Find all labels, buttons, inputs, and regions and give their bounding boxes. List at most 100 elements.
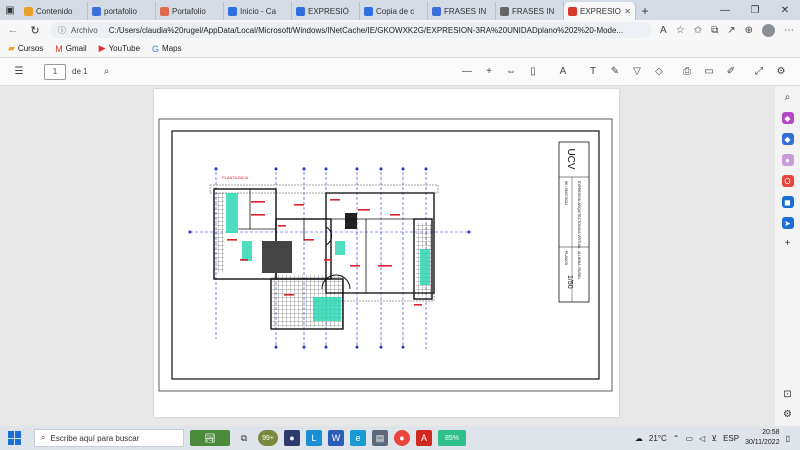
tab-1[interactable]: portafolio (88, 2, 156, 20)
tab-7[interactable]: FRASES IN (496, 2, 564, 20)
language-label[interactable]: ESP (723, 434, 739, 443)
tab-6[interactable]: FRASES IN (428, 2, 496, 20)
settings-icon[interactable]: ⚙ (770, 66, 792, 77)
chrome-icon[interactable]: ● (394, 430, 410, 446)
notifications-icon[interactable]: ▯ (786, 434, 790, 443)
tab-title: EXPRESIO (580, 6, 621, 16)
save-as-icon[interactable]: ✐ (720, 66, 742, 77)
pdf-viewer[interactable]: UCV 06 / 06/07/2022 EXPRESION ARQUITECTO… (0, 86, 775, 426)
minimize-icon[interactable]: — (710, 0, 740, 20)
weather-icon[interactable]: ☁ (635, 434, 643, 443)
bookmark-3[interactable]: G Maps (152, 44, 182, 54)
avatar[interactable] (762, 23, 775, 37)
l-app-icon[interactable]: L (306, 430, 322, 446)
word-icon[interactable]: W (328, 430, 344, 446)
wifi-icon[interactable]: ⊻ (711, 434, 717, 443)
logo-text: UCV (565, 148, 576, 169)
badge-count: 99+ (262, 434, 274, 442)
tab-0[interactable]: Contenido (20, 2, 88, 20)
battery-widget[interactable]: 85% (438, 430, 466, 446)
tab-3[interactable]: Inicio - Ca (224, 2, 292, 20)
page-number-input[interactable]: 1 (44, 63, 66, 80)
tab-actions-icon[interactable]: ▣ (0, 0, 20, 20)
tab-close-icon[interactable]: ✕ (624, 7, 631, 16)
scheme-label: Archivo (71, 25, 98, 35)
close-icon[interactable]: ✕ (770, 0, 800, 20)
bookmarks-bar: ▰ Cursos M Gmail ▶ YouTube G Maps (0, 40, 800, 58)
tab-title: FRASES IN (444, 6, 487, 16)
clock[interactable]: 20:58 30/11/2022 (745, 428, 780, 448)
tab-5[interactable]: Copia de c (360, 2, 428, 20)
games-icon[interactable]: ● (781, 154, 794, 166)
extensions-icon[interactable]: ⊕ (745, 25, 753, 36)
search-icon[interactable]: ⌕ (96, 66, 118, 77)
save-icon[interactable]: ▭ (698, 66, 720, 77)
search-sidebar-icon[interactable]: ⌕ (785, 92, 791, 103)
edge-icon[interactable]: e (350, 430, 366, 446)
battery-level: 85% (444, 434, 459, 442)
task-view-icon[interactable]: ⧉ (236, 430, 252, 446)
explorer-icon[interactable]: ▤ (372, 430, 388, 446)
fullscreen-icon[interactable]: ⤢ (748, 66, 770, 77)
tab-8[interactable]: EXPRESIO ✕ (564, 2, 636, 20)
tab-favicon-icon (228, 6, 237, 16)
url-text[interactable]: C:/Users/claudia%20rugel/AppData/Local/M… (109, 26, 623, 35)
draw-icon[interactable]: ✎ (604, 66, 626, 77)
bookmark-0[interactable]: ▰ Cursos (8, 43, 43, 54)
pdf-page: UCV 06 / 06/07/2022 EXPRESION ARQUITECTO… (154, 89, 619, 417)
share-icon[interactable]: ↗ (727, 25, 735, 36)
refresh-icon[interactable]: ↻ (28, 24, 42, 37)
sidebar-toggle-icon[interactable]: ⊡ (783, 389, 791, 400)
info-icon[interactable]: ⓘ (58, 25, 66, 36)
new-tab-button[interactable]: + (636, 2, 654, 20)
acrobat-icon[interactable]: A (416, 430, 432, 446)
bookmark-label: Maps (162, 44, 182, 53)
sidebar-settings-icon[interactable]: ⚙ (783, 409, 792, 420)
system-tray: ☁ 21°C ⌃ ▭ ◁ ⊻ ESP 20:58 30/11/2022 ▯ (635, 428, 800, 448)
office-icon[interactable]: O (781, 175, 794, 187)
zoom-out-icon[interactable]: — (456, 66, 478, 77)
text-icon[interactable]: T (582, 66, 604, 77)
highlight-icon[interactable]: ▽ (626, 66, 648, 77)
tab-title: FRASES IN (512, 6, 555, 16)
back-icon[interactable]: ← (6, 24, 20, 36)
read-aloud-icon[interactable]: A (660, 25, 667, 36)
add-icon[interactable]: + (785, 238, 791, 249)
news-widget-icon[interactable]: 🏞 (190, 430, 230, 446)
shopping-icon[interactable]: ◆ (781, 112, 794, 124)
bookmark-1[interactable]: M Gmail (55, 44, 86, 54)
badge-icon[interactable]: 99+ (258, 430, 278, 446)
send-icon[interactable]: ➤ (781, 217, 794, 229)
favorite-icon[interactable]: ☆ (676, 25, 685, 36)
tray-chevron-icon[interactable]: ⌃ (673, 434, 680, 443)
tab-4[interactable]: EXPRESIÓ (292, 2, 360, 20)
floor-plan-drawing: UCV 06 / 06/07/2022 EXPRESION ARQUITECTO… (158, 118, 613, 392)
zoom-in-icon[interactable]: + (478, 66, 500, 77)
tools-icon[interactable]: ◆ (781, 133, 794, 145)
tab-2[interactable]: Portafolio (156, 2, 224, 20)
camera-app-icon[interactable]: ● (284, 430, 300, 446)
erase-icon[interactable]: ◇ (648, 66, 670, 77)
collections-icon[interactable]: ⧉ (711, 25, 718, 36)
contents-icon[interactable]: ☰ (8, 66, 30, 77)
address-bar[interactable]: ⓘ Archivo C:/Users/claudia%20rugel/AppDa… (50, 22, 653, 38)
clock-time: 20:58 (762, 429, 780, 436)
print-icon[interactable]: ⎙ (676, 66, 698, 77)
favorites-icon[interactable]: ✩ (694, 25, 702, 36)
windows-start-icon[interactable] (8, 431, 22, 445)
pdf-toolbar: ☰ 1 de 1 ⌕ — + ⇔ ▯ A T ✎ ▽ ◇ ⎙ ▭ ✐ ⤢ ⚙ (0, 58, 800, 86)
outlook-icon[interactable]: ◼ (781, 196, 794, 208)
gmail-icon: M (55, 43, 63, 54)
block-title: EXPRESION ARQUITECTONICA VIRTUAL (577, 181, 581, 249)
page-view-icon[interactable]: ▯ (522, 66, 544, 77)
taskbar-search[interactable]: ⌕ Escribe aquí para buscar (34, 429, 184, 447)
read-aloud-pdf-icon[interactable]: A (552, 66, 574, 77)
clock-date: 30/11/2022 (745, 439, 780, 446)
volume-icon[interactable]: ◁ (699, 434, 705, 443)
maximize-icon[interactable]: ❐ (740, 0, 770, 20)
more-icon[interactable]: ⋯ (784, 25, 794, 36)
fit-page-icon[interactable]: ⇔ (500, 66, 522, 77)
network-icon[interactable]: ▭ (685, 434, 693, 443)
bookmark-2[interactable]: ▶ YouTube (99, 43, 140, 54)
tab-title: portafolio (104, 6, 137, 16)
